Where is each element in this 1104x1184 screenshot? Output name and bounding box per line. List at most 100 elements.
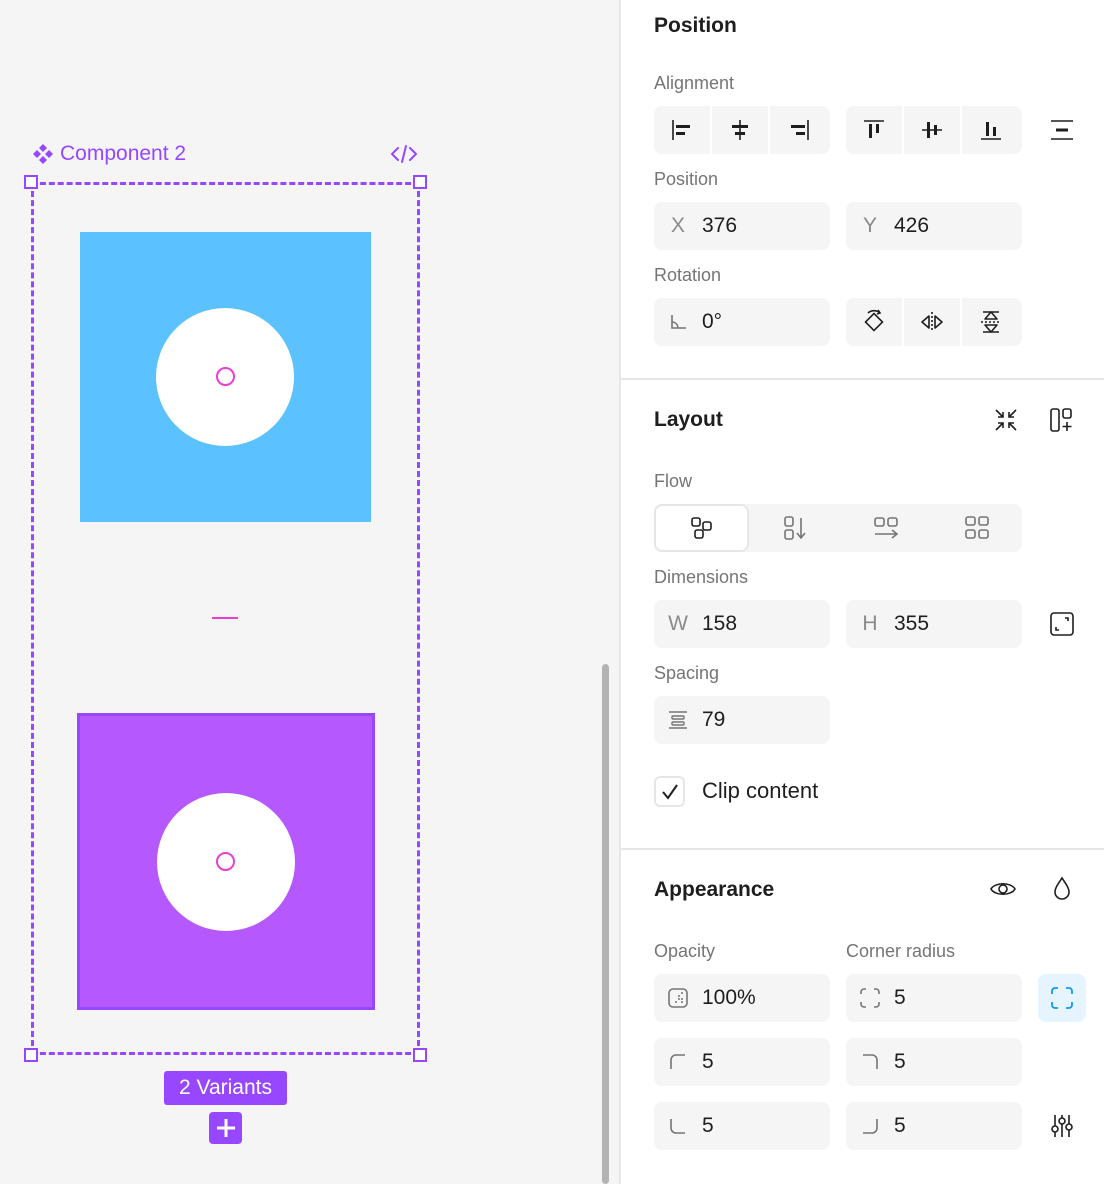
corner-radius-label: Corner radius [846, 941, 956, 961]
rotation-label: Rotation [654, 265, 722, 285]
x-position-field[interactable]: X 376 [654, 202, 830, 250]
vertical-flow-icon [783, 516, 806, 540]
corner-radius-field[interactable]: 5 [846, 974, 1022, 1022]
divider [621, 378, 1104, 380]
bottom-left-radius-field[interactable]: 5 [654, 1102, 830, 1150]
freeform-icon [690, 517, 712, 539]
y-position-field[interactable]: Y 426 [846, 202, 1022, 250]
align-top-button[interactable] [846, 106, 904, 154]
collapse-icon [995, 409, 1017, 431]
rotation-field[interactable]: 0° [654, 298, 830, 346]
align-horizontal-center-button[interactable] [712, 106, 770, 154]
variants-badge[interactable]: 2 Variants [164, 1071, 287, 1105]
align-vertical-center-icon [922, 122, 942, 138]
resize-to-fit-button[interactable] [1038, 600, 1086, 648]
eye-icon [990, 882, 1016, 896]
corner-radius-icon [860, 988, 880, 1008]
resize-to-fit-icon [1050, 612, 1074, 636]
transform-group [846, 298, 1022, 346]
collapse-layout-button[interactable] [982, 396, 1030, 444]
properties-panel: Position Alignment Position X 376 Y 426 [619, 0, 1104, 1184]
top-right-radius-value: 5 [894, 1050, 906, 1073]
align-top-icon [864, 120, 884, 138]
layout-section-title: Layout [654, 408, 723, 431]
code-icon[interactable] [388, 140, 420, 168]
blend-mode-button[interactable] [1038, 865, 1086, 913]
top-right-radius-field[interactable]: 5 [846, 1038, 1022, 1086]
opacity-label: Opacity [654, 941, 716, 961]
grid-icon [964, 516, 989, 539]
resize-handle-top-left[interactable] [24, 175, 38, 189]
spacing-field[interactable]: 79 [654, 696, 830, 744]
add-auto-layout-button[interactable] [1038, 396, 1086, 444]
flip-horizontal-button[interactable] [904, 298, 962, 346]
flow-horizontal-button[interactable] [840, 504, 931, 552]
alignment-label: Alignment [654, 73, 735, 93]
y-value: 426 [894, 214, 930, 237]
align-vertical-center-button[interactable] [904, 106, 962, 154]
variant-blue[interactable] [80, 232, 371, 522]
corner-bottom-left-icon [670, 1119, 685, 1134]
spacing-marker [212, 617, 238, 619]
component-label[interactable]: Component 2 [32, 140, 186, 168]
clip-content-checkbox[interactable] [654, 776, 685, 807]
opacity-icon [668, 988, 688, 1008]
align-right-button[interactable] [770, 106, 828, 154]
position-section-title: Position [654, 14, 737, 37]
horizontal-align-group [654, 106, 830, 154]
canvas[interactable]: Component 2 2 Variants [0, 0, 620, 1184]
align-right-icon [791, 120, 809, 140]
sliders-icon [1051, 1115, 1073, 1137]
align-bottom-icon [981, 122, 1001, 140]
flow-label: Flow [654, 471, 693, 491]
plus-icon [216, 1119, 235, 1137]
h-prefix: H [862, 612, 878, 635]
resize-handle-bottom-right[interactable] [413, 1048, 427, 1062]
resize-handle-top-right[interactable] [413, 175, 427, 189]
center-marker [216, 852, 235, 871]
vertical-align-group [846, 106, 1022, 154]
x-prefix: X [670, 214, 685, 237]
canvas-scrollbar[interactable] [602, 664, 609, 1184]
rotation-value: 0° [702, 310, 723, 333]
top-left-radius-field[interactable]: 5 [654, 1038, 830, 1086]
opacity-field[interactable]: 100% [654, 974, 830, 1022]
flip-horizontal-icon [921, 312, 943, 332]
rotate-90-button[interactable] [846, 298, 904, 346]
independent-corners-icon [1051, 987, 1073, 1009]
align-left-button[interactable] [654, 106, 712, 154]
visibility-toggle[interactable] [979, 865, 1027, 913]
width-field[interactable]: W 158 [654, 600, 830, 648]
flip-vertical-button[interactable] [962, 298, 1020, 346]
bottom-right-radius-value: 5 [894, 1114, 906, 1137]
w-prefix: W [668, 612, 688, 635]
corner-top-right-icon [863, 1054, 878, 1069]
align-horizontal-center-icon [732, 120, 748, 140]
spacing-label: Spacing [654, 663, 720, 683]
angle-icon [671, 315, 686, 329]
align-bottom-button[interactable] [962, 106, 1020, 154]
corner-radius-value: 5 [894, 986, 906, 1009]
flow-vertical-button[interactable] [749, 504, 840, 552]
flow-freeform-button[interactable] [654, 504, 749, 552]
stroke-settings-button[interactable] [1038, 1102, 1086, 1150]
distribute-button[interactable] [1038, 106, 1086, 154]
corner-top-left-icon [670, 1054, 685, 1069]
flip-vertical-icon [981, 311, 1001, 333]
align-left-icon [672, 120, 690, 140]
auto-layout-add-icon [1050, 408, 1072, 432]
variant-purple[interactable] [77, 713, 375, 1010]
flow-grid-button[interactable] [931, 504, 1022, 552]
divider [621, 848, 1104, 850]
add-variant-button[interactable] [209, 1112, 242, 1144]
drop-icon [1054, 876, 1070, 900]
y-prefix: Y [862, 214, 877, 237]
bottom-right-radius-field[interactable]: 5 [846, 1102, 1022, 1150]
component-name: Component 2 [60, 142, 187, 165]
position-label: Position [654, 169, 719, 189]
independent-corners-toggle[interactable] [1038, 974, 1086, 1022]
bottom-left-radius-value: 5 [702, 1114, 714, 1137]
height-field[interactable]: H 355 [846, 600, 1022, 648]
resize-handle-bottom-left[interactable] [24, 1048, 38, 1062]
rotate-icon [864, 309, 884, 332]
